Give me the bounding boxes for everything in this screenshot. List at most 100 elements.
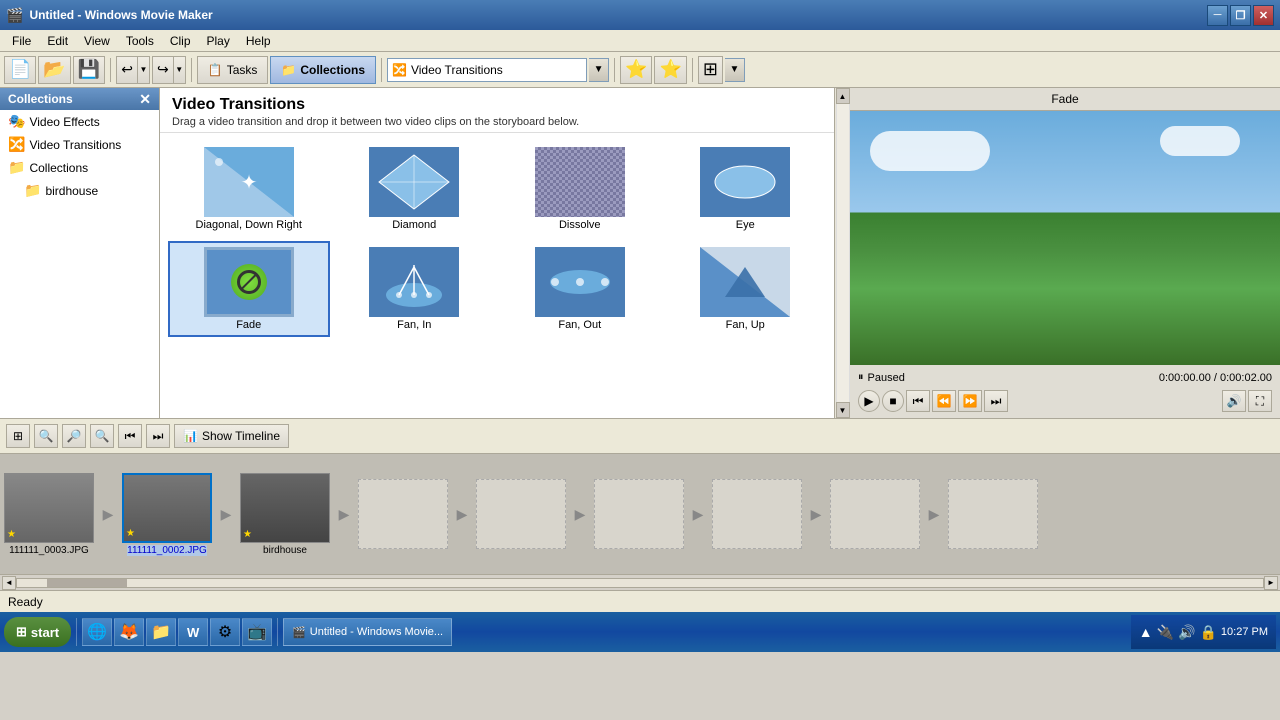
preview-clouds-2 (1160, 126, 1240, 156)
volume-button[interactable]: 🔊 (1222, 390, 1246, 412)
storyboard-arrow-4: ▶ (448, 479, 476, 549)
scroll-track[interactable] (16, 578, 1264, 588)
view-toggle[interactable]: ⊞ (698, 56, 723, 84)
storyboard-arrow-7: ▶ (802, 479, 830, 549)
menu-play[interactable]: Play (199, 32, 238, 50)
tasks-button[interactable]: 📋 Tasks (197, 56, 269, 84)
transition-thumb-diagonal: ✦ (204, 147, 294, 217)
transition-thumb-fan-up (700, 247, 790, 317)
toolbar-separator-5 (692, 58, 693, 82)
tasks-label: Tasks (227, 63, 258, 77)
transition-fan-up[interactable]: Fan, Up (665, 241, 827, 337)
dropdown-arrow[interactable]: ▼ (589, 58, 609, 82)
restore-button[interactable]: ❐ (1230, 5, 1251, 26)
tray-network-icon: 🔌 (1157, 624, 1174, 641)
tray-icon-up-arrow: ▲ (1139, 624, 1153, 640)
left-panel-close[interactable]: ✕ (139, 92, 151, 106)
quick-launch-word[interactable]: W (178, 618, 208, 646)
scroll-up-button[interactable]: ▲ (836, 88, 850, 104)
content-description: Drag a video transition and drop it betw… (172, 116, 822, 128)
taskbar-moviemaker-button[interactable]: 🎬 Untitled - Windows Movie... (283, 618, 452, 646)
next-frame-button[interactable]: ⏩ (958, 390, 982, 412)
menu-tools[interactable]: Tools (118, 32, 162, 50)
title-bar: 🎬 Untitled - Windows Movie Maker ─ ❐ ✕ (0, 0, 1280, 30)
collections-button[interactable]: 📁 Collections (270, 56, 376, 84)
menu-clip[interactable]: Clip (162, 32, 199, 50)
storyboard-zoom-in[interactable]: 🔎 (62, 424, 86, 448)
menu-file[interactable]: File (4, 32, 39, 50)
transition-label-diagonal: Diagonal, Down Right (196, 219, 302, 231)
fullscreen-button[interactable]: ⛶ (1248, 390, 1272, 412)
scroll-right-button[interactable]: ► (1264, 576, 1278, 590)
menu-edit[interactable]: Edit (39, 32, 76, 50)
sidebar-item-collections[interactable]: 📁 Collections (0, 156, 159, 179)
view-dropdown[interactable]: ▼ (725, 58, 745, 82)
storyboard-arrow-5: ▶ (566, 479, 594, 549)
preview-image (850, 111, 1280, 365)
toolbar-separator-1 (110, 58, 111, 82)
quick-launch-folder[interactable]: 📁 (146, 618, 176, 646)
storyboard-arrow-8: ▶ (920, 479, 948, 549)
redo-button[interactable]: ↪ (153, 59, 173, 80)
save-button[interactable]: 💾 (73, 56, 105, 84)
storyboard-clip-2[interactable]: ★ 111111_0002.JPG (122, 473, 212, 556)
storyboard-clip-3[interactable]: ★ birdhouse (240, 473, 330, 556)
prev-frame-button[interactable]: ⏪ (932, 390, 956, 412)
stop-button[interactable]: ■ (882, 390, 904, 412)
tray-volume-icon: 🔊 (1178, 624, 1195, 641)
quick-launch-firefox[interactable]: 🦊 (114, 618, 144, 646)
storyboard-empty-2 (476, 479, 566, 549)
fast-forward-button[interactable]: ⏭ (984, 390, 1008, 412)
rewind-button[interactable]: ⏮ (906, 390, 930, 412)
scroll-thumb[interactable] (47, 579, 127, 587)
storyboard-play-prev[interactable]: ⏮ (118, 424, 142, 448)
minimize-button[interactable]: ─ (1207, 5, 1228, 26)
taskbar-app-label: Untitled - Windows Movie... (310, 626, 443, 638)
video-transitions-label: Video Transitions (29, 138, 121, 152)
quick-launch-media[interactable]: 📺 (242, 618, 272, 646)
transition-eye[interactable]: Eye (665, 141, 827, 237)
scroll-down-button[interactable]: ▼ (836, 402, 850, 418)
play-button[interactable]: ▶ (858, 390, 880, 412)
import-button-2[interactable]: ⭐ (654, 56, 686, 84)
storyboard-clip-1[interactable]: ★ 111111_0003.JPG (4, 473, 94, 556)
sidebar-item-birdhouse[interactable]: 📁 birdhouse (0, 179, 159, 202)
storyboard-tool-1[interactable]: ⊞ (6, 424, 30, 448)
preview-buttons: ▶ ■ ⏮ ⏪ ⏩ ⏭ 🔊 ⛶ (854, 388, 1276, 414)
storyboard-tool-2[interactable]: 🔍 (34, 424, 58, 448)
transition-fade[interactable]: Fade (168, 241, 330, 337)
storyboard-scrollbar: ◄ ► (0, 574, 1280, 590)
toolbar-separator-2 (191, 58, 192, 82)
scroll-left-button[interactable]: ◄ (2, 576, 16, 590)
undo-dropdown[interactable]: ▼ (137, 57, 149, 83)
start-button[interactable]: ⊞ start (4, 617, 71, 647)
undo-button[interactable]: ↩ (117, 59, 137, 80)
birdhouse-icon: 📁 (24, 182, 41, 199)
transition-diamond[interactable]: Diamond (334, 141, 496, 237)
sidebar-item-video-transitions[interactable]: 🔀 Video Transitions (0, 133, 159, 156)
transition-dissolve[interactable]: Dissolve (499, 141, 661, 237)
storyboard-arrow-3: ▶ (330, 479, 358, 549)
close-button[interactable]: ✕ (1253, 5, 1274, 26)
preview-controls: ⏸ Paused 0:00:00.00 / 0:00:02.00 ▶ ■ ⏮ ⏪… (850, 365, 1280, 418)
open-button[interactable]: 📂 (38, 56, 70, 84)
storyboard-arrow-6: ▶ (684, 479, 712, 549)
transition-diagonal-down-right[interactable]: ✦ Diagonal, Down Right (168, 141, 330, 237)
quick-launch-browser[interactable]: 🌐 (82, 618, 112, 646)
storyboard-zoom-out[interactable]: 🔍 (90, 424, 114, 448)
redo-dropdown[interactable]: ▼ (173, 57, 185, 83)
show-timeline-button[interactable]: 📊 Show Timeline (174, 424, 289, 448)
sidebar-item-video-effects[interactable]: 🎭 Video Effects (0, 110, 159, 133)
transition-thumb-diamond (369, 147, 459, 217)
collections-dropdown[interactable]: 🔀 Video Transitions (387, 58, 587, 82)
import-button-1[interactable]: ⭐ (620, 56, 652, 84)
transition-fan-in[interactable]: Fan, In (334, 241, 496, 337)
menu-view[interactable]: View (76, 32, 118, 50)
undo-redo-group: ↩ ▼ (116, 56, 150, 84)
taskbar-sep-1 (76, 618, 77, 646)
new-button[interactable]: 📄 (4, 56, 36, 84)
menu-help[interactable]: Help (238, 32, 279, 50)
transition-fan-out[interactable]: Fan, Out (499, 241, 661, 337)
storyboard-play-next[interactable]: ⏭ (146, 424, 170, 448)
quick-launch-settings[interactable]: ⚙ (210, 618, 240, 646)
